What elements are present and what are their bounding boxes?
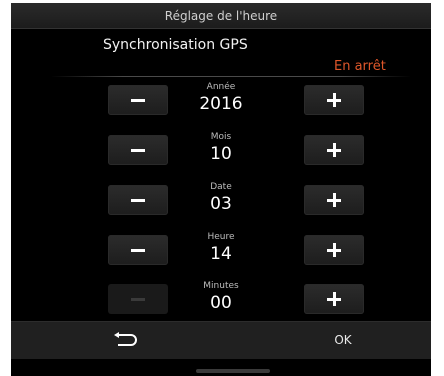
year-stepper: Année 2016: [11, 82, 431, 130]
date-label: Date: [210, 182, 232, 192]
minus-icon: [131, 148, 145, 152]
date-decrement-button[interactable]: [108, 185, 168, 215]
date-increment-button[interactable]: [304, 185, 364, 215]
title-bar: Réglage de l'heure: [11, 3, 431, 29]
minutes-label: Minutes: [203, 281, 239, 291]
minus-icon: [131, 248, 145, 252]
minus-icon: [131, 198, 145, 202]
year-label: Année: [206, 82, 236, 92]
plus-icon: [327, 93, 341, 107]
month-increment-button[interactable]: [304, 135, 364, 165]
minutes-value: 00: [210, 293, 232, 313]
bottom-action-bar: OK: [11, 321, 431, 359]
hour-stepper: Heure 14: [11, 232, 431, 280]
date-value: 03: [210, 194, 232, 214]
year-decrement-button[interactable]: [108, 85, 168, 115]
ok-button[interactable]: OK: [313, 328, 373, 352]
hour-label: Heure: [207, 232, 235, 242]
back-button[interactable]: [96, 326, 156, 354]
page-title: Réglage de l'heure: [164, 8, 278, 23]
month-stepper: Mois 10: [11, 132, 431, 180]
gps-sync-label: Synchronisation GPS: [103, 37, 248, 53]
minus-icon: [131, 98, 145, 102]
hour-increment-button[interactable]: [304, 235, 364, 265]
return-arrow-icon: [114, 332, 137, 346]
month-decrement-button[interactable]: [108, 135, 168, 165]
month-label: Mois: [210, 132, 232, 142]
hour-value: 14: [210, 244, 232, 264]
date-stepper: Date 03: [11, 182, 431, 230]
plus-icon: [327, 193, 341, 207]
divider: [51, 76, 411, 77]
screen: Réglage de l'heure Synchronisation GPS E…: [0, 0, 444, 376]
gps-sync-row[interactable]: Synchronisation GPS En arrêt: [11, 33, 431, 77]
plus-icon: [327, 143, 341, 157]
year-increment-button[interactable]: [304, 85, 364, 115]
plus-icon: [327, 292, 341, 306]
minutes-increment-button[interactable]: [304, 284, 364, 314]
minutes-decrement-button[interactable]: [108, 284, 168, 314]
time-settings-panel: Réglage de l'heure Synchronisation GPS E…: [11, 3, 431, 376]
gps-sync-status: En arrêt: [334, 59, 386, 74]
month-value: 10: [210, 144, 232, 164]
hour-decrement-button[interactable]: [108, 235, 168, 265]
minus-icon: [131, 297, 145, 301]
plus-icon: [327, 243, 341, 257]
year-value: 2016: [199, 94, 243, 114]
drag-handle: [196, 369, 270, 373]
